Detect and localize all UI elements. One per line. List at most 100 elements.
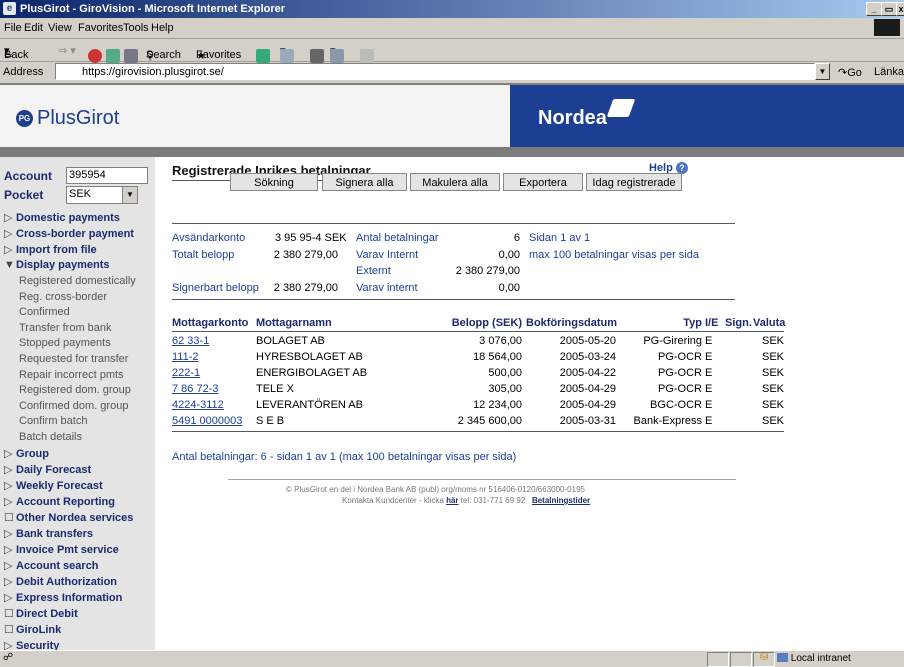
mottagarkonto-link[interactable]: 111-2 (172, 351, 199, 363)
sidebar-item-invoice-pmt-service[interactable]: ▷ Invoice Pmt service (4, 543, 119, 556)
address-input[interactable]: https://girovision.plusgirot.se/ (55, 63, 815, 80)
collapsed-arrow-icon: ▷ (4, 495, 13, 508)
betalningstider-link[interactable]: Betalningstider (532, 496, 590, 505)
datum-cell: 2005-04-29 (559, 399, 616, 411)
sidebar-subitem-repair-incorrect-pmts[interactable]: Repair incorrect pmts (19, 369, 124, 381)
antal-value: 6 (513, 232, 520, 244)
header-divider (0, 147, 904, 157)
forward-button[interactable]: ⇒ ▾ (58, 44, 76, 57)
collapsed-arrow-icon: ▷ (4, 447, 13, 460)
sidebar-item-cross-border-payment[interactable]: ▷ Cross-border payment (4, 227, 134, 240)
sokning-button[interactable]: Sökning (230, 173, 318, 191)
sidebar-item-import-from-file[interactable]: ▷ Import from file (4, 243, 97, 256)
sidebar-subitem-stopped-payments[interactable]: Stopped payments (19, 337, 111, 349)
sidebar-item-label: Daily Forecast (16, 463, 92, 476)
mottagarkonto-link[interactable]: 222-1 (172, 367, 200, 379)
ie-cell: E (705, 399, 713, 411)
col-bokforingsdatum: Bokföringsdatum (526, 317, 618, 329)
mottagarnamn-cell: TELE X (256, 383, 294, 395)
mottagarnamn-cell: LEVERANTÖREN AB (256, 399, 363, 411)
max-note: max 100 betalningar visas per sida (529, 249, 699, 261)
table-header-divider (172, 331, 784, 332)
signerbart-value: 2 380 279,00 (273, 282, 338, 294)
sidebar-subitem-registered-domestically[interactable]: Registered domestically (19, 275, 136, 287)
go-button[interactable]: ↷Go (838, 66, 862, 79)
collapsed-arrow-icon: ▷ (4, 591, 13, 604)
sidebar-item-other-nordea-services[interactable]: ☐ Other Nordea services (4, 511, 133, 524)
sidebar-item-weekly-forecast[interactable]: ▷ Weekly Forecast (4, 479, 103, 492)
mottagarkonto-link[interactable]: 4224-3112 (172, 399, 224, 411)
har-link[interactable]: här (446, 496, 458, 505)
sidebar-subitem-requested-for-transfer[interactable]: Requested for transfer (19, 353, 128, 365)
idag-registrerade-button[interactable]: Idag registrerade (586, 173, 682, 191)
varav-internt2-value: 0,00 (498, 282, 520, 294)
menu-file[interactable]: File (4, 22, 22, 34)
signera-alla-button[interactable]: Signera alla (322, 173, 407, 191)
ie-cell: E (705, 351, 713, 363)
ie-cell: E (705, 383, 713, 395)
collapsed-arrow-icon: ▷ (4, 479, 13, 492)
zone-indicator: Local intranet (777, 653, 851, 664)
antal-label: Antal betalningar (356, 232, 439, 244)
collapsed-arrow-icon: ▷ (4, 244, 13, 256)
sidebar-item-account-reporting[interactable]: ▷ Account Reporting (4, 495, 115, 508)
col-sign: Sign. (725, 317, 752, 329)
summary-bottom-divider (172, 299, 735, 300)
sidebar-item-debit-authorization[interactable]: ▷ Debit Authorization (4, 575, 117, 588)
menu-favorites[interactable]: Favorites (78, 22, 123, 34)
address-dropdown-button[interactable]: ▼ (815, 63, 830, 80)
sidebar-subitem-transfer-from-bank[interactable]: Transfer from bank (19, 322, 112, 334)
plusgirot-logo[interactable]: PG PlusGirot (16, 107, 119, 130)
status-pane (730, 652, 752, 667)
menu-tools[interactable]: Tools (123, 22, 149, 34)
ie-cell: E (705, 415, 713, 427)
sidebar-item-domestic-payments[interactable]: ▷ Domestic payments (4, 211, 120, 224)
edit-icon[interactable]: ▾ (330, 44, 344, 63)
sidebar-subitem-reg-cross-border[interactable]: Reg. cross-border (19, 291, 107, 303)
sidebar-item-label: GiroLink (16, 623, 62, 636)
sidebar-item-bank-transfers[interactable]: ▷ Bank transfers (4, 527, 93, 540)
sidebar-subitem-batch-details[interactable]: Batch details (19, 431, 82, 443)
sidebar-item-label: Cross-border payment (16, 228, 134, 240)
sidebar-subitem-confirmed[interactable]: Confirmed (19, 306, 70, 318)
sidebar-subitem-confirm-batch[interactable]: Confirm batch (19, 415, 87, 427)
pocket-select[interactable]: SEK ▼ (66, 186, 138, 204)
exportera-button[interactable]: Exportera (503, 173, 583, 191)
square-bullet-icon: ☐ (4, 623, 14, 636)
account-input[interactable]: 395954 (66, 167, 148, 184)
sidebar-item-girolink[interactable]: ☐ GiroLink (4, 623, 61, 636)
web-page: PG PlusGirot Nordea Account 395954 Pocket… (0, 84, 904, 651)
mottagarkonto-link[interactable]: 5491 0000003 (172, 415, 242, 427)
links-button[interactable]: Länkar (874, 66, 904, 78)
mottagarkonto-link[interactable]: 62 33-1 (172, 335, 209, 347)
col-mottagarkonto: Mottagarkonto (172, 317, 249, 329)
menu-help[interactable]: Help (151, 22, 174, 34)
sidebar-subitem-registered-dom-group[interactable]: Registered dom. group (19, 384, 131, 396)
minimize-button[interactable]: _ (866, 2, 882, 16)
menu-view[interactable]: View (48, 22, 72, 34)
belopp-cell: 3 076,00 (479, 335, 522, 347)
sidebar-item-direct-debit[interactable]: ☐ Direct Debit (4, 607, 78, 620)
typ-cell: PG-OCR (658, 383, 702, 395)
sidebar-item-express-information[interactable]: ▷ Express Information (4, 591, 122, 604)
sidebar-item-daily-forecast[interactable]: ▷ Daily Forecast (4, 463, 91, 476)
legal-divider (228, 479, 736, 480)
varav-internt-label: Varav Internt (356, 249, 419, 261)
window-title: PlusGirot - GiroVision - Microsoft Inter… (20, 3, 286, 15)
maximize-button[interactable]: ▭ (881, 2, 897, 16)
back-button[interactable]: ⇐ Back ▾ (4, 44, 28, 62)
sidebar-item-account-search[interactable]: ▷ Account search (4, 559, 99, 572)
sidebar-subitem-confirmed-dom-group[interactable]: Confirmed dom. group (19, 400, 128, 412)
close-button[interactable]: x (896, 2, 904, 16)
account-label: Account (4, 169, 52, 183)
sidebar-item-display-payments[interactable]: ▼Display payments (4, 259, 110, 271)
mottagarkonto-link[interactable]: 7 86 72-3 (172, 383, 218, 395)
sidebar-item-group[interactable]: ▷ Group (4, 447, 49, 460)
menu-edit[interactable]: Edit (24, 22, 43, 34)
collapsed-arrow-icon: ▷ (4, 228, 13, 240)
collapsed-arrow-icon: ▷ (4, 543, 13, 556)
makulera-alla-button[interactable]: Makulera alla (410, 173, 500, 191)
mail-icon[interactable]: ▾ (280, 44, 294, 63)
sidebar-item-label: Bank transfers (16, 527, 94, 540)
legal-contact: Kontakta Kundcenter - klicka här tel: 03… (342, 496, 591, 505)
